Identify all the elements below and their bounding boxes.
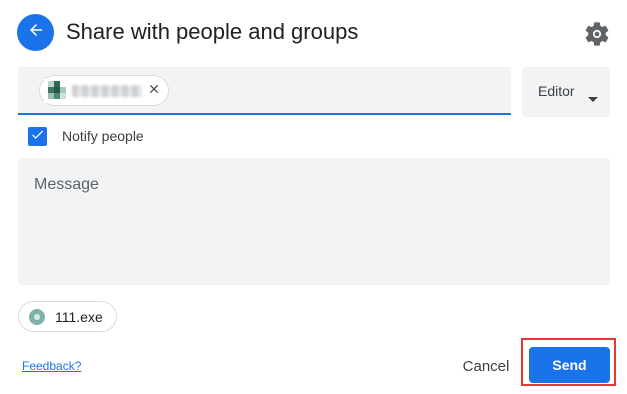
recipients-input[interactable] — [18, 67, 511, 115]
role-label: Editor — [538, 83, 575, 99]
file-name: 111.exe — [55, 309, 103, 325]
notify-checkbox[interactable] — [28, 127, 47, 146]
remove-recipient-button[interactable] — [144, 81, 164, 101]
notify-label: Notify people — [62, 128, 144, 144]
checkmark-icon — [30, 127, 45, 147]
cancel-button[interactable]: Cancel — [452, 348, 520, 384]
file-icon — [29, 309, 45, 325]
close-icon — [147, 82, 161, 101]
message-textarea[interactable]: Message — [18, 158, 610, 285]
file-chip[interactable]: 111.exe — [18, 301, 117, 332]
recipient-chip[interactable] — [39, 75, 169, 106]
feedback-link[interactable]: Feedback? — [22, 359, 81, 373]
dialog-title: Share with people and groups — [66, 19, 359, 44]
caret-down-icon — [588, 89, 598, 107]
send-button[interactable]: Send — [529, 347, 610, 383]
arrow-left-icon — [27, 21, 45, 44]
back-button[interactable] — [17, 14, 54, 51]
recipient-name — [72, 85, 142, 97]
message-placeholder: Message — [34, 176, 99, 193]
recipient-avatar — [44, 79, 68, 103]
gear-icon — [583, 22, 611, 52]
settings-button[interactable] — [583, 20, 611, 48]
role-dropdown[interactable]: Editor — [522, 67, 610, 117]
